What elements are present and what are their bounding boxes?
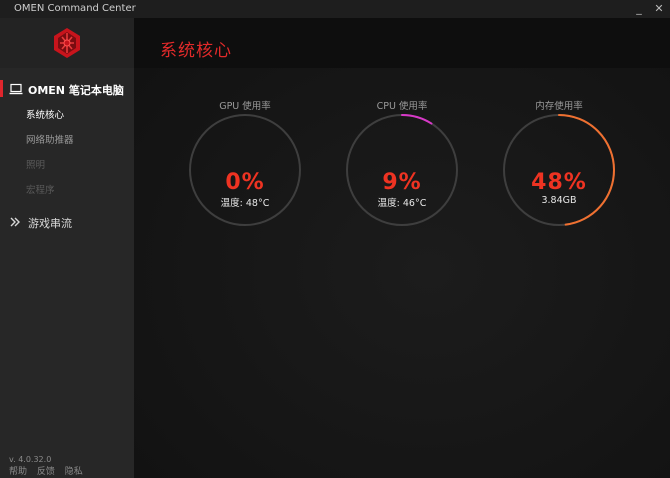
- sidebar: OMEN 笔记本电脑 系统核心 网络助推器 照明 宏程序 游戏串流 v. 4.0…: [0, 18, 134, 478]
- gauge-label: GPU 使用率: [219, 101, 271, 112]
- gauge-subtext: 温度: 48°C: [220, 198, 270, 209]
- close-button[interactable]: ✕: [650, 0, 668, 18]
- gauge-label: 内存使用率: [535, 101, 583, 112]
- omen-logo-icon: [54, 28, 80, 58]
- memory-usage-gauge: 内存使用率 48% 3.84GB: [501, 98, 617, 258]
- version-text: v. 4.0.32.0: [9, 455, 52, 464]
- nav-group-game-streaming[interactable]: 游戏串流: [0, 211, 134, 233]
- sidebar-item-system-core[interactable]: 系统核心: [26, 107, 64, 121]
- title-bar: OMEN Command Center _ ✕: [0, 0, 670, 18]
- main-panel: 系统核心 GPU 使用率 0% 温度: 48°C CPU 使用率 9% 温度: …: [134, 18, 670, 478]
- logo-area: [0, 18, 134, 68]
- gauge-subtext: 3.84GB: [541, 195, 577, 206]
- sidebar-item-lighting[interactable]: 照明: [26, 157, 45, 171]
- page-title: 系统核心: [160, 41, 232, 61]
- laptop-icon: [9, 83, 23, 95]
- active-indicator: [0, 80, 3, 97]
- cpu-usage-gauge: CPU 使用率 9% 温度: 46°C: [344, 98, 460, 258]
- help-link[interactable]: 帮助: [9, 467, 27, 477]
- gauge-value: 48%: [531, 170, 587, 195]
- footer-links: 帮助 反馈 隐私: [9, 464, 90, 477]
- window-title: OMEN Command Center: [14, 3, 136, 14]
- gauge-subtext: 温度: 46°C: [377, 198, 427, 209]
- sidebar-item-macros[interactable]: 宏程序: [26, 182, 55, 196]
- gauge-value: 0%: [225, 170, 265, 195]
- gauge-value: 9%: [382, 170, 422, 195]
- nav-group-omen-laptop[interactable]: OMEN 笔记本电脑: [0, 78, 134, 100]
- gauge-label: CPU 使用率: [376, 101, 428, 112]
- privacy-link[interactable]: 隐私: [65, 467, 83, 477]
- sidebar-item-network-booster[interactable]: 网络助推器: [26, 132, 74, 146]
- streaming-icon: [10, 217, 20, 227]
- minimize-button[interactable]: _: [630, 0, 648, 18]
- gpu-usage-gauge: GPU 使用率 0% 温度: 48°C: [187, 98, 303, 258]
- nav-group-label: 游戏串流: [28, 217, 72, 230]
- nav-group-label: OMEN 笔记本电脑: [28, 84, 124, 97]
- main-header: 系统核心: [134, 18, 670, 68]
- feedback-link[interactable]: 反馈: [37, 467, 55, 477]
